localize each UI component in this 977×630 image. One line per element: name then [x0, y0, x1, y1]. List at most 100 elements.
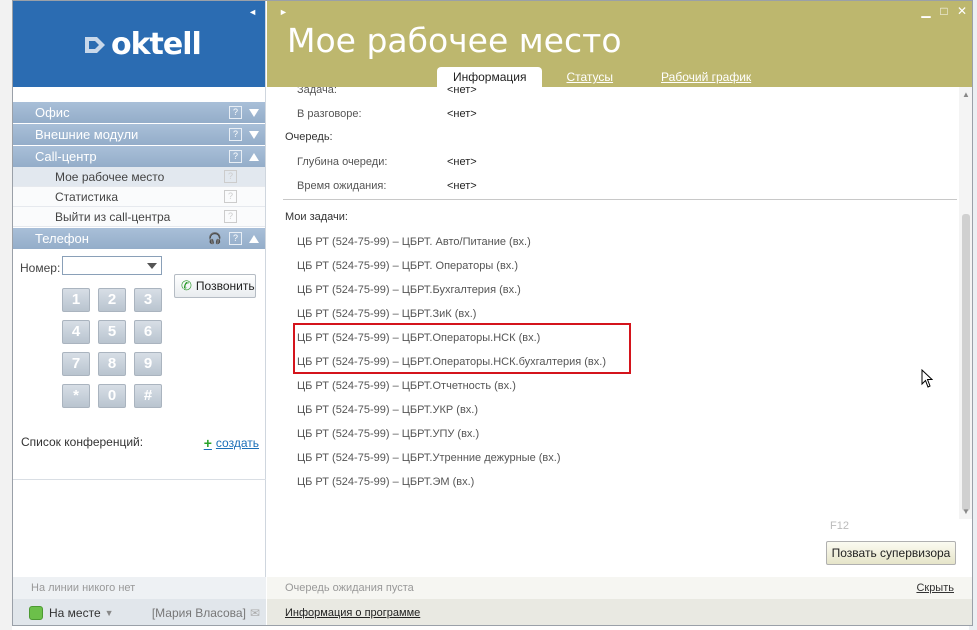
dial-key-5[interactable]: 5 [98, 320, 126, 344]
scrollbar-thumb[interactable] [962, 214, 970, 511]
sidebar-section-office[interactable]: Офис ? [13, 101, 265, 123]
task-item[interactable]: ЦБ РТ (524-75-99) – ЦБРТ.ЭМ (вх.) [297, 476, 474, 488]
dial-key-9[interactable]: 9 [134, 352, 162, 376]
about-program-link[interactable]: Информация о программе [285, 607, 420, 619]
main-panel: ► Мое рабочее место ▁ □ ✕ Информация Ста… [267, 1, 972, 625]
conference-list-label: Список конференций: [21, 435, 144, 449]
collapse-icon[interactable] [249, 152, 259, 161]
status-indicator-icon[interactable] [29, 606, 43, 620]
page-title: Мое рабочее место [287, 21, 622, 60]
queue-status-text: Очередь ожидания пуста [285, 582, 414, 594]
about-bar: Информация о программе [267, 599, 972, 625]
title-band: ► Мое рабочее место ▁ □ ✕ Информация Ста… [267, 1, 972, 87]
dial-key-3[interactable]: 3 [134, 288, 162, 312]
scroll-up-icon[interactable]: ▲ [962, 90, 970, 99]
dial-key-2[interactable]: 2 [98, 288, 126, 312]
help-icon[interactable]: ? [229, 106, 242, 119]
minimize-icon[interactable]: ▁ [920, 4, 932, 18]
talk-value: <нет> [447, 108, 477, 120]
vertical-scrollbar[interactable]: ▲ ▼ [959, 87, 972, 519]
help-icon[interactable]: ? [229, 128, 242, 141]
sidebar-item-exit-callcenter[interactable]: Выйти из call-центра ? [13, 207, 265, 227]
queue-status-bar: Очередь ожидания пуста Скрыть [267, 577, 972, 599]
dial-key-4[interactable]: 4 [62, 320, 90, 344]
mail-icon[interactable]: ✉ [250, 606, 260, 620]
phone-icon: ✆ [181, 278, 192, 293]
help-icon[interactable]: ? [224, 170, 237, 183]
sidebar-section-external-modules[interactable]: Внешние модули ? [13, 123, 265, 145]
dial-key-hash[interactable]: # [134, 384, 162, 408]
highlight-annotation [293, 323, 631, 374]
dial-key-6[interactable]: 6 [134, 320, 162, 344]
dial-key-8[interactable]: 8 [98, 352, 126, 376]
maximize-icon[interactable]: □ [938, 4, 950, 18]
collapse-icon[interactable] [249, 234, 259, 243]
task-item[interactable]: ЦБ РТ (524-75-99) – ЦБРТ. Операторы (вх.… [297, 260, 518, 272]
sidebar-item-label: Статистика [55, 189, 119, 204]
task-item[interactable]: ЦБ РТ (524-75-99) – ЦБРТ.УПУ (вх.) [297, 428, 479, 440]
mouse-cursor-icon [921, 369, 933, 388]
task-item[interactable]: ЦБ РТ (524-75-99) – ЦБРТ.ЗиК (вх.) [297, 308, 476, 320]
task-value: <нет> [447, 87, 477, 96]
sidebar-section-phone[interactable]: Телефон 🎧 ? [13, 227, 265, 249]
chevron-down-icon[interactable]: ▼ [105, 608, 114, 618]
wait-time-label: Время ожидания: [297, 180, 387, 192]
sidebar-item-my-workplace[interactable]: Мое рабочее место ? [13, 167, 265, 187]
tab-work-schedule[interactable]: Рабочий график [637, 67, 775, 87]
section-label: Телефон [35, 231, 89, 246]
talk-label: В разговоре: [297, 108, 362, 120]
tab-information[interactable]: Информация [437, 67, 543, 87]
create-conference-link[interactable]: + создать [204, 435, 259, 451]
dial-key-0[interactable]: 0 [98, 384, 126, 408]
left-panel: oktell ◄ Офис ? Внешние модули ? Call-це… [13, 1, 266, 625]
close-icon[interactable]: ✕ [956, 4, 968, 18]
queue-depth-value: <нет> [447, 156, 477, 168]
collapse-left-icon[interactable]: ◄ [248, 7, 257, 17]
sidebar-item-label: Выйти из call-центра [55, 209, 171, 224]
call-supervisor-button[interactable]: Позвать супервизора [826, 541, 956, 565]
call-button[interactable]: ✆ Позвонить [174, 274, 256, 298]
help-icon[interactable]: ? [229, 150, 242, 163]
dial-key-1[interactable]: 1 [62, 288, 90, 312]
dial-key-star[interactable]: * [62, 384, 90, 408]
sidebar-item-statistics[interactable]: Статистика ? [13, 187, 265, 207]
conference-list-row: Список конференций: + создать [21, 435, 259, 451]
expand-right-icon[interactable]: ► [279, 7, 288, 17]
logo-area: oktell ◄ [13, 1, 265, 87]
dial-key-7[interactable]: 7 [62, 352, 90, 376]
queue-section-title: Очередь: [285, 131, 333, 143]
help-icon[interactable]: ? [229, 232, 242, 245]
window-controls: ▁ □ ✕ [920, 4, 968, 18]
expand-icon[interactable] [249, 108, 259, 117]
supervisor-hotkey: F12 [830, 520, 849, 532]
phone-panel: Номер: 1 2 3 4 5 6 7 8 9 * 0 # ✆ Позвони… [13, 249, 266, 480]
scroll-down-icon[interactable]: ▼ [962, 507, 970, 516]
task-item[interactable]: ЦБ РТ (524-75-99) – ЦБРТ.Отчетность (вх.… [297, 380, 516, 392]
brand-name: oktell [111, 27, 202, 62]
task-item[interactable]: ЦБ РТ (524-75-99) – ЦБРТ.УКР (вх.) [297, 404, 478, 416]
expand-icon[interactable] [249, 130, 259, 139]
tab-statuses[interactable]: Статусы [542, 67, 637, 87]
headset-icon[interactable]: 🎧 [208, 232, 222, 245]
section-label: Внешние модули [35, 127, 139, 142]
number-label: Номер: [20, 261, 61, 275]
user-status-select[interactable]: На месте [49, 606, 101, 620]
user-name: [Мария Власова] [151, 606, 246, 620]
user-status-bar: На месте ▼ [Мария Власова] ✉ [13, 599, 266, 625]
help-icon[interactable]: ? [224, 190, 237, 203]
task-item[interactable]: ЦБ РТ (524-75-99) – ЦБРТ.Утренние дежурн… [297, 452, 561, 464]
chevron-down-icon[interactable] [147, 263, 157, 269]
task-item[interactable]: ЦБ РТ (524-75-99) – ЦБРТ. Авто/Питание (… [297, 236, 531, 248]
section-label: Офис [35, 105, 70, 120]
help-icon[interactable]: ? [224, 210, 237, 223]
line-status-text: На линии никого нет [31, 582, 136, 594]
plus-icon: + [203, 435, 212, 451]
sidebar-section-callcenter[interactable]: Call-центр ? [13, 145, 265, 167]
information-content: Задача: <нет> В разговоре: <нет> Очередь… [267, 87, 959, 577]
create-conference-label: создать [215, 436, 259, 450]
task-label: Задача: [297, 87, 337, 96]
number-select[interactable] [62, 256, 162, 275]
task-item[interactable]: ЦБ РТ (524-75-99) – ЦБРТ.Бухгалтерия (вх… [297, 284, 521, 296]
hide-link[interactable]: Скрыть [916, 582, 954, 594]
line-status-bar: На линии никого нет [13, 577, 266, 599]
